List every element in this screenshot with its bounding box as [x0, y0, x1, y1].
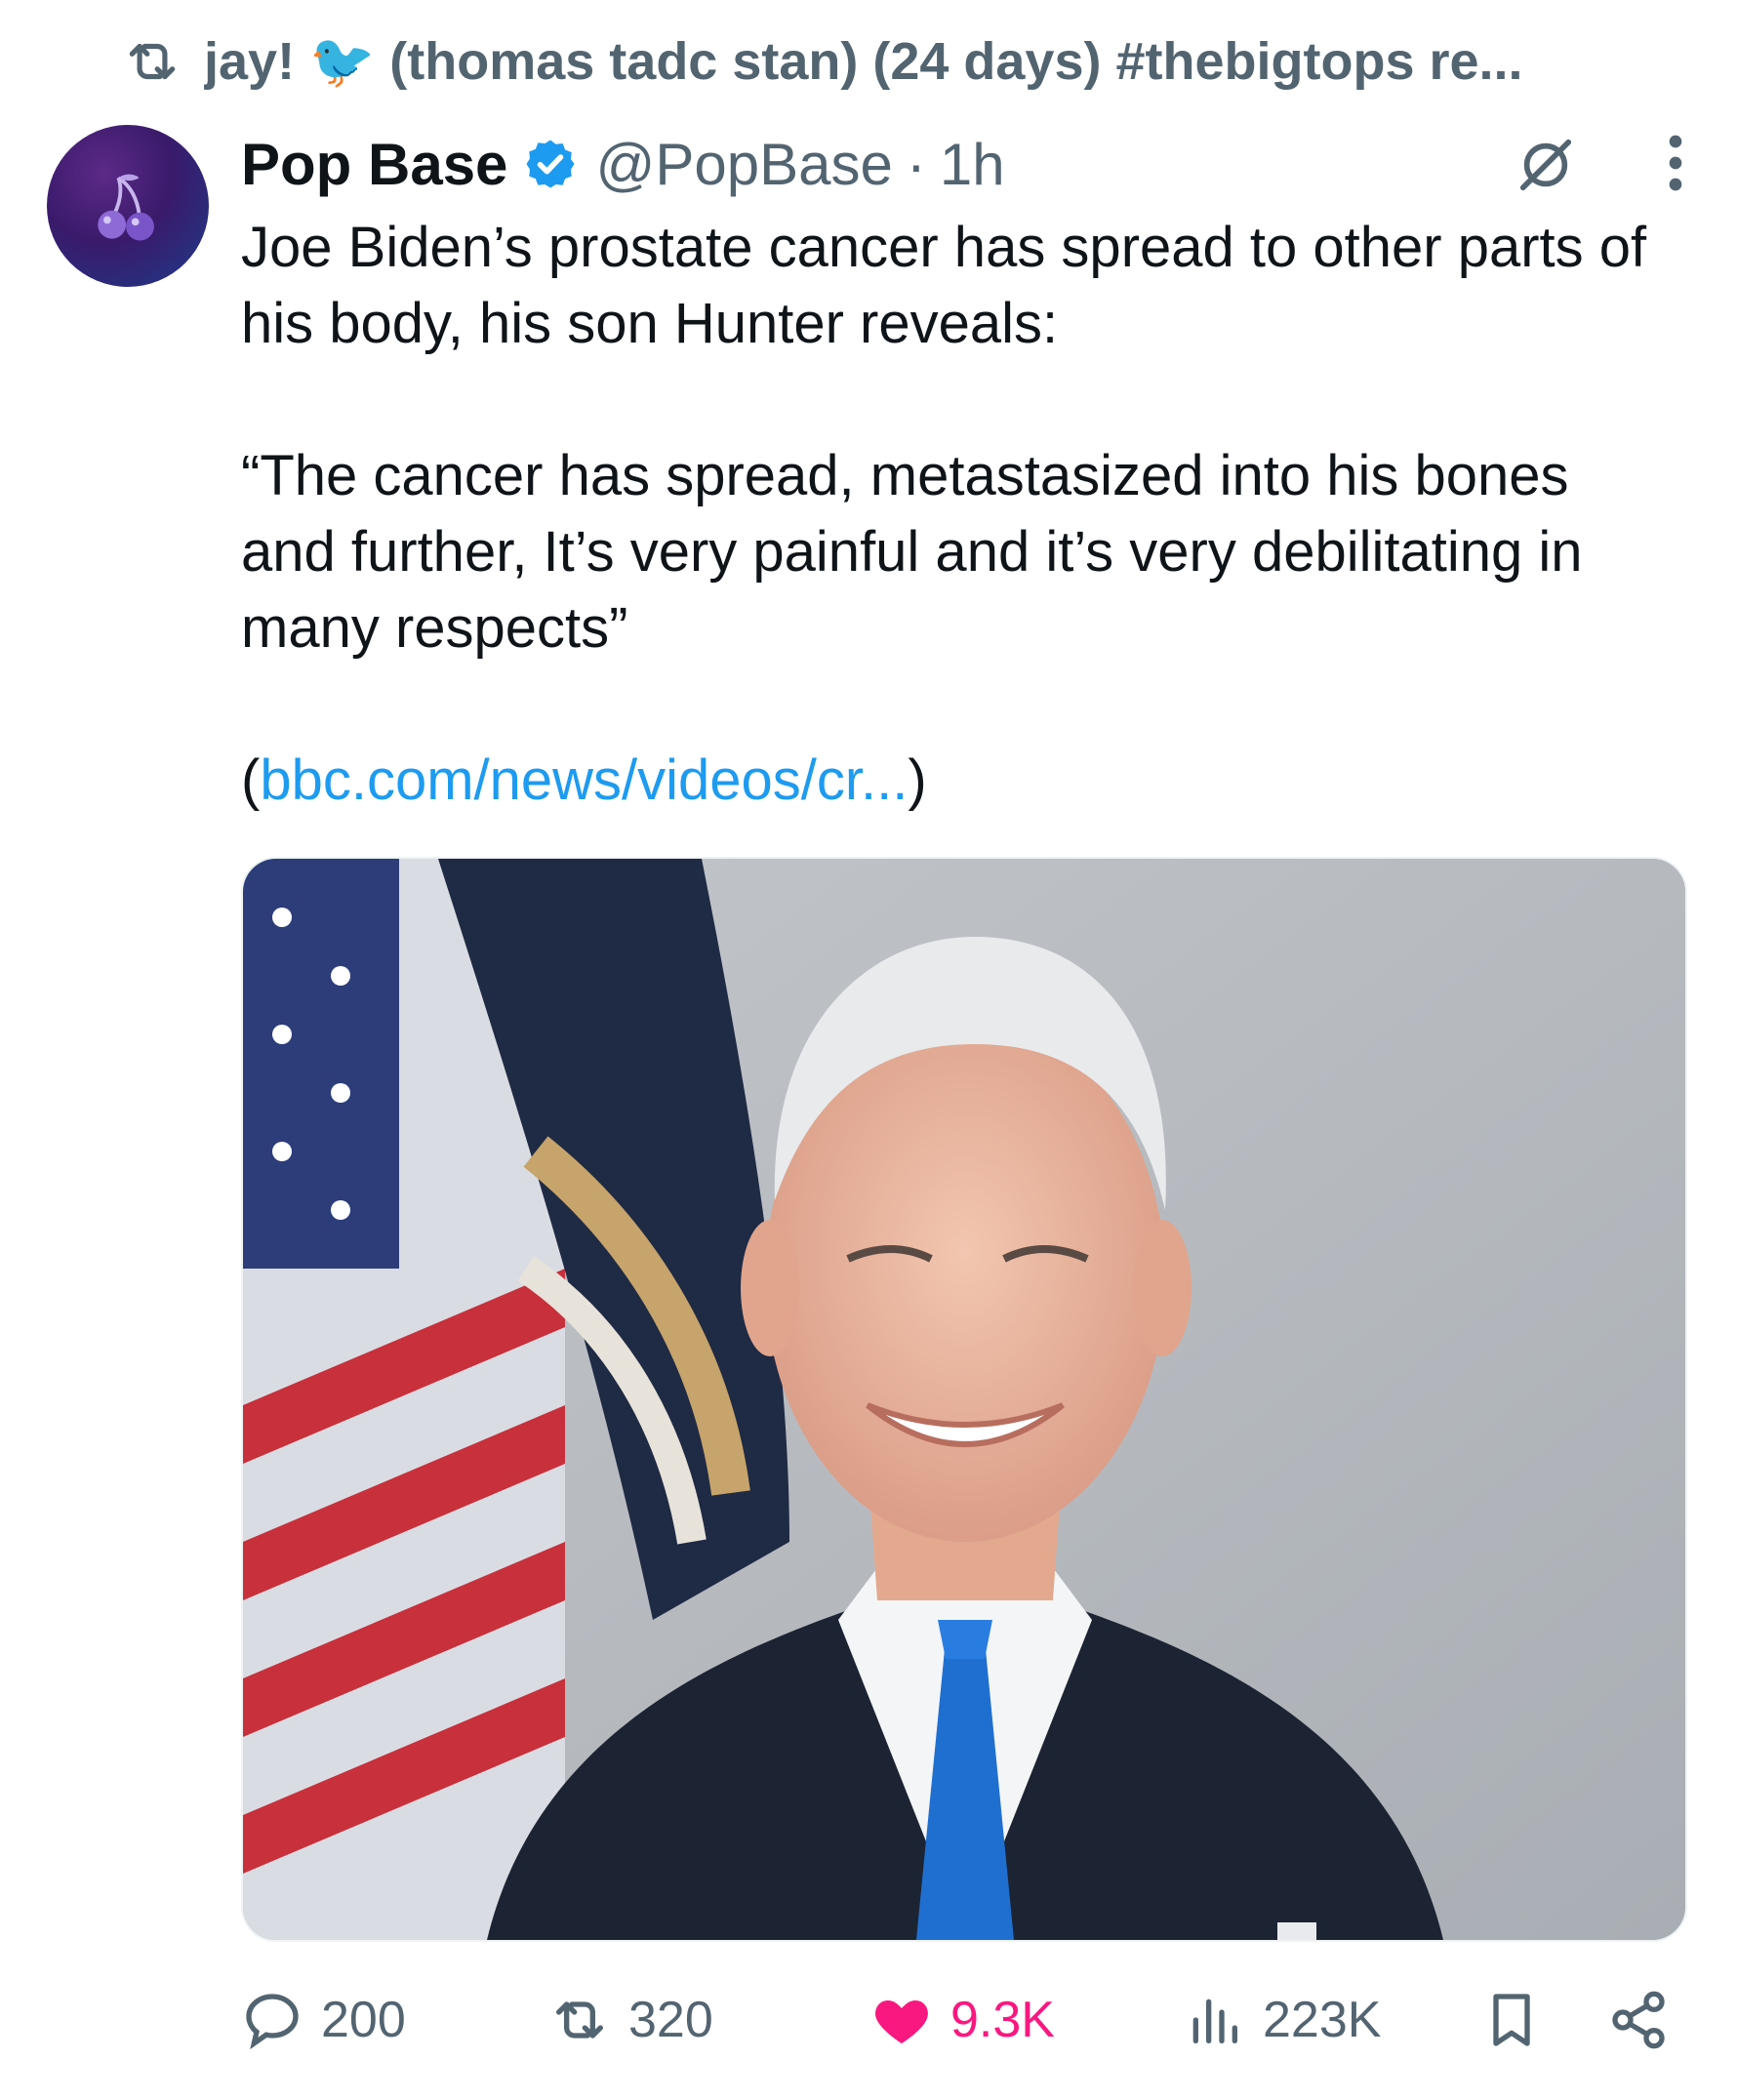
- more-options-icon[interactable]: [1661, 131, 1690, 195]
- link-close-paren: ): [908, 748, 927, 812]
- reply-count: 200: [321, 1992, 406, 2048]
- retweet-count: 320: [628, 1992, 713, 2048]
- tweet-action-bar: 200 320 9.3K 223K: [241, 1981, 1683, 2059]
- author-handle[interactable]: @PopBase: [595, 131, 892, 198]
- retweet-button[interactable]: 320: [548, 1981, 713, 2059]
- tweet-text-quote: “The cancer has spread, metastasized int…: [241, 444, 1583, 660]
- retweet-icon: [556, 2001, 603, 2039]
- cherry-logo-icon: [98, 174, 154, 241]
- bookmark-button[interactable]: [1480, 1981, 1543, 2059]
- like-button[interactable]: 9.3K: [870, 1981, 1055, 2059]
- tweet-link[interactable]: bbc.com/news/videos/cr...: [260, 748, 908, 812]
- heart-icon: [875, 2000, 928, 2043]
- like-count: 9.3K: [950, 1992, 1055, 2048]
- tweet-body: Joe Biden’s prostate cancer has spread t…: [241, 210, 1666, 819]
- tweet-header: Pop Base @PopBase · 1h: [241, 127, 1698, 201]
- retweet-context-icon: [122, 31, 182, 92]
- reply-button[interactable]: 200: [241, 1981, 406, 2059]
- author-name[interactable]: Pop Base: [241, 131, 507, 198]
- tweet-media-image[interactable]: [241, 857, 1687, 1942]
- share-button[interactable]: [1607, 1981, 1670, 2059]
- bookmark-icon: [1493, 1994, 1530, 2046]
- views-icon: [1192, 1999, 1237, 2043]
- link-open-paren: (: [241, 748, 261, 812]
- retweet-context-bar[interactable]: jay! 🐦 (thomas tadc stan) (24 days) #the…: [122, 27, 1659, 96]
- grok-icon[interactable]: [1515, 135, 1576, 195]
- portrait-photo: [243, 859, 1685, 1940]
- view-count: 223K: [1263, 1992, 1382, 2048]
- retweet-context-text: jay! 🐦 (thomas tadc stan) (24 days) #the…: [204, 31, 1523, 91]
- tweet-link-line: (bbc.com/news/videos/cr...): [241, 743, 1666, 819]
- tweet-time[interactable]: 1h: [940, 131, 1005, 198]
- verified-badge-icon[interactable]: [523, 137, 578, 191]
- share-icon: [1612, 1991, 1665, 2049]
- author-avatar[interactable]: [47, 125, 209, 287]
- views-button[interactable]: 223K: [1183, 1981, 1381, 2059]
- separator-dot: ·: [906, 131, 926, 197]
- reply-icon: [246, 1994, 299, 2050]
- tweet-text-para1: Joe Biden’s prostate cancer has spread t…: [241, 216, 1647, 355]
